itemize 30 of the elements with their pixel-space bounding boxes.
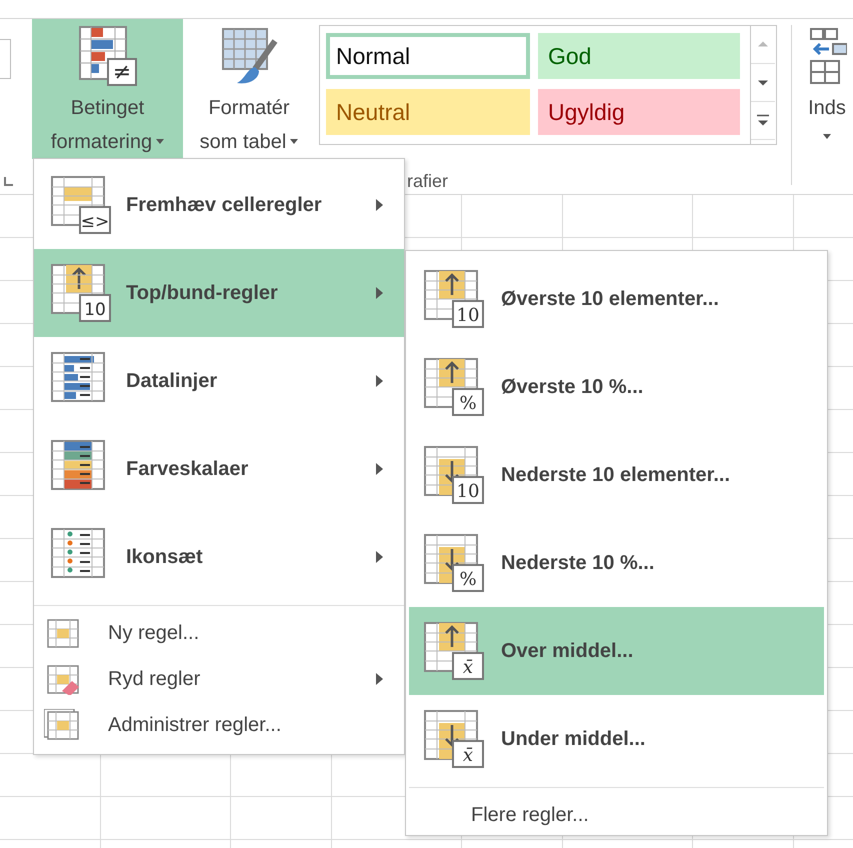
menu-item[interactable]: Datalinjer	[34, 337, 404, 425]
ribbon-button[interactable]: Formatér som tabel	[185, 19, 313, 159]
launcher-icon[interactable]	[4, 177, 13, 186]
caret-icon	[290, 139, 298, 145]
manage-rules-icon	[44, 709, 80, 741]
menu-item[interactable]: 10 Nederste 10 elementer...	[409, 431, 824, 519]
menu-item[interactable]: % Nederste 10 %...	[409, 519, 824, 607]
menu-item[interactable]: 10 Øverste 10 elementer...	[409, 255, 824, 343]
menu-item[interactable]: % Øverste 10 %...	[409, 343, 824, 431]
cell-style[interactable]: Ugyldig	[538, 89, 740, 135]
cell-style[interactable]: Normal	[326, 33, 530, 79]
group-label: rafier	[407, 171, 448, 192]
insert-cells-icon	[807, 27, 847, 87]
control-edge	[0, 39, 11, 79]
menu-item[interactable]: Farveskalaer	[34, 425, 404, 513]
menu-item[interactable]: x̄ Under middel...	[409, 695, 824, 783]
caret-icon	[156, 139, 164, 145]
insert-button[interactable]: Inds	[802, 19, 852, 140]
menu-item[interactable]: ≤> Fremhæv celleregler	[34, 161, 404, 249]
menu-item[interactable]: Administrer regler...	[34, 702, 404, 748]
menu-item[interactable]: 10 Top/bund-regler	[34, 249, 404, 337]
menu-item[interactable]: Ny regel...	[34, 610, 404, 656]
caret-icon	[823, 134, 831, 140]
menu-item[interactable]: Ryd regler	[34, 656, 404, 702]
menu-item[interactable]: Flere regler...	[409, 792, 824, 838]
cell-style[interactable]: Neutral	[326, 89, 530, 135]
ribbon-button[interactable]: ≠ Betinget formatering	[32, 19, 183, 159]
menu-item[interactable]: Ikonsæt	[34, 513, 404, 601]
menu-item[interactable]: x̄ Over middel...	[409, 607, 824, 695]
cell-style[interactable]: God	[538, 33, 740, 79]
